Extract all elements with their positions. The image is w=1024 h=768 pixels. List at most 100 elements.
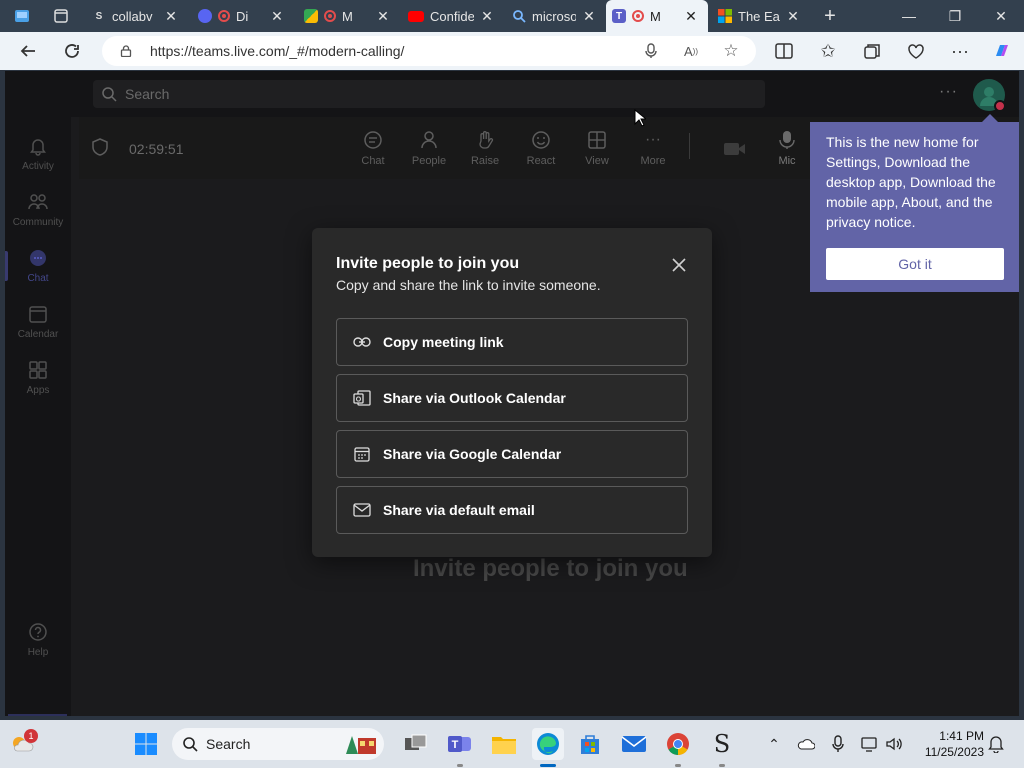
teams-taskbar-button[interactable]: T <box>446 730 474 758</box>
got-it-button[interactable]: Got it <box>826 248 1004 280</box>
start-button[interactable] <box>132 730 160 758</box>
chat-button[interactable]: Chat <box>349 129 397 167</box>
s-app-taskbar-button[interactable]: S <box>708 730 736 758</box>
volume-icon[interactable] <box>884 734 904 754</box>
raise-hand-button[interactable]: Raise <box>461 129 509 167</box>
search-placeholder: Search <box>125 86 170 102</box>
rail-item-chat[interactable]: Chat <box>5 239 71 291</box>
browser-tab-strip: S collabv ✕ Di ✕ M ✕ Confide ✕ microso ✕… <box>0 0 1024 32</box>
copy-meeting-link-button[interactable]: Copy meeting link <box>336 318 688 366</box>
people-button[interactable]: People <box>405 129 453 167</box>
profile-avatar[interactable] <box>973 79 1006 112</box>
back-arrow-icon <box>20 45 35 57</box>
taskbar-clock[interactable]: 1:41 PM 11/25/2023 <box>912 728 984 760</box>
url-text[interactable]: https://teams.live.com/_#/modern-calling… <box>150 43 404 59</box>
rail-item-community[interactable]: Community <box>5 183 71 235</box>
running-indicator-active <box>540 764 556 767</box>
dialog-close-button[interactable] <box>668 254 690 276</box>
browser-tab-6-active[interactable]: T M ✕ <box>606 0 708 32</box>
browser-tab-2[interactable]: Di ✕ <box>192 0 292 32</box>
clock-date: 11/25/2023 <box>924 745 984 759</box>
edge-taskbar-button[interactable] <box>532 728 564 760</box>
share-default-email-button[interactable]: Share via default email <box>336 486 688 534</box>
more-button[interactable]: ··· More <box>629 129 677 167</box>
notifications-button[interactable] <box>986 734 1006 754</box>
close-tab-icon[interactable]: ✕ <box>582 8 596 25</box>
option-label: Share via Google Calendar <box>383 446 562 462</box>
lock-icon[interactable] <box>120 45 132 57</box>
new-tab-button[interactable]: + <box>816 0 844 32</box>
settings-more-icon[interactable]: ··· <box>950 41 970 61</box>
microsoft-store-button[interactable] <box>576 730 604 758</box>
task-view-button[interactable] <box>402 730 430 758</box>
browser-tab-4[interactable]: Confide ✕ <box>402 0 502 32</box>
running-indicator <box>719 764 725 767</box>
teams-search-input[interactable]: Search <box>93 80 765 108</box>
browser-tab-1[interactable]: S collabv ✕ <box>86 0 186 32</box>
people-label: People <box>411 155 447 167</box>
chrome-taskbar-button[interactable] <box>664 730 692 758</box>
minimize-button[interactable]: — <box>886 0 932 32</box>
address-bar[interactable]: https://teams.live.com/_#/modern-calling… <box>102 36 756 66</box>
close-tab-icon[interactable]: ✕ <box>684 8 698 25</box>
browser-tab-7[interactable]: The Ea ✕ <box>712 0 812 32</box>
onedrive-icon[interactable] <box>796 734 816 754</box>
mail-icon <box>353 501 371 519</box>
rail-item-help[interactable]: Help <box>5 613 71 665</box>
share-google-calendar-button[interactable]: Share via Google Calendar <box>336 430 688 478</box>
view-button[interactable]: View <box>573 129 621 167</box>
network-icon[interactable] <box>860 734 880 754</box>
search-icon <box>513 10 526 23</box>
tab-title: M <box>342 8 353 24</box>
share-outlook-calendar-button[interactable]: O Share via Outlook Calendar <box>336 374 688 422</box>
tab-title: Confide <box>430 8 474 24</box>
close-tab-icon[interactable]: ✕ <box>376 8 390 25</box>
file-explorer-button[interactable] <box>490 730 518 758</box>
browser-essentials-icon[interactable] <box>906 41 926 61</box>
favorites-icon[interactable]: ✩ <box>818 41 838 61</box>
workspaces-button[interactable] <box>6 0 38 32</box>
rail-item-apps[interactable]: Apps <box>5 351 71 403</box>
camera-button[interactable] <box>707 131 763 167</box>
show-hidden-icons-button[interactable]: ⌃ <box>764 734 784 754</box>
settings-and-more-icon[interactable]: ··· <box>939 83 958 101</box>
close-window-button[interactable]: ✕ <box>978 0 1024 32</box>
refresh-icon <box>65 44 79 58</box>
close-tab-icon[interactable]: ✕ <box>786 8 800 25</box>
microphone-icon[interactable] <box>642 42 660 60</box>
rail-item-activity[interactable]: Activity <box>5 127 71 179</box>
favorite-star-icon[interactable]: ☆ <box>722 41 740 60</box>
taskbar-search[interactable]: Search <box>172 728 384 760</box>
copilot-icon[interactable] <box>992 41 1012 61</box>
split-screen-icon[interactable] <box>774 41 794 61</box>
mic-button[interactable]: Mic <box>763 129 811 167</box>
windows-logo-icon <box>135 733 157 755</box>
tab-title: Di <box>236 8 249 24</box>
workspaces-icon <box>15 10 29 22</box>
mail-taskbar-button[interactable] <box>620 730 648 758</box>
collections-icon[interactable] <box>862 41 882 61</box>
chat-label: Chat <box>361 155 385 167</box>
browser-tab-3[interactable]: M ✕ <box>298 0 398 32</box>
youtube-icon <box>408 10 424 22</box>
browser-tab-5[interactable]: microso ✕ <box>506 0 606 32</box>
refresh-button[interactable] <box>58 37 86 65</box>
back-button[interactable] <box>14 37 42 65</box>
help-icon <box>27 621 49 643</box>
view-label: View <box>585 155 609 167</box>
tab-actions-button[interactable] <box>46 0 76 32</box>
shield-icon[interactable] <box>91 138 109 156</box>
option-label: Share via Outlook Calendar <box>383 390 566 406</box>
teams-icon: T <box>448 736 471 752</box>
read-aloud-icon[interactable]: A)) <box>682 42 700 60</box>
restore-button[interactable]: ❐ <box>932 0 978 32</box>
close-tab-icon[interactable]: ✕ <box>270 8 284 25</box>
react-button[interactable]: React <box>517 129 565 167</box>
close-tab-icon[interactable]: ✕ <box>480 8 494 25</box>
rail-label: Calendar <box>17 328 59 340</box>
microphone-tray-icon[interactable] <box>828 734 848 754</box>
close-tab-icon[interactable]: ✕ <box>164 8 178 25</box>
download-app-button[interactable] <box>8 714 67 716</box>
rail-item-calendar[interactable]: Calendar <box>5 295 71 347</box>
apps-icon <box>27 359 49 381</box>
